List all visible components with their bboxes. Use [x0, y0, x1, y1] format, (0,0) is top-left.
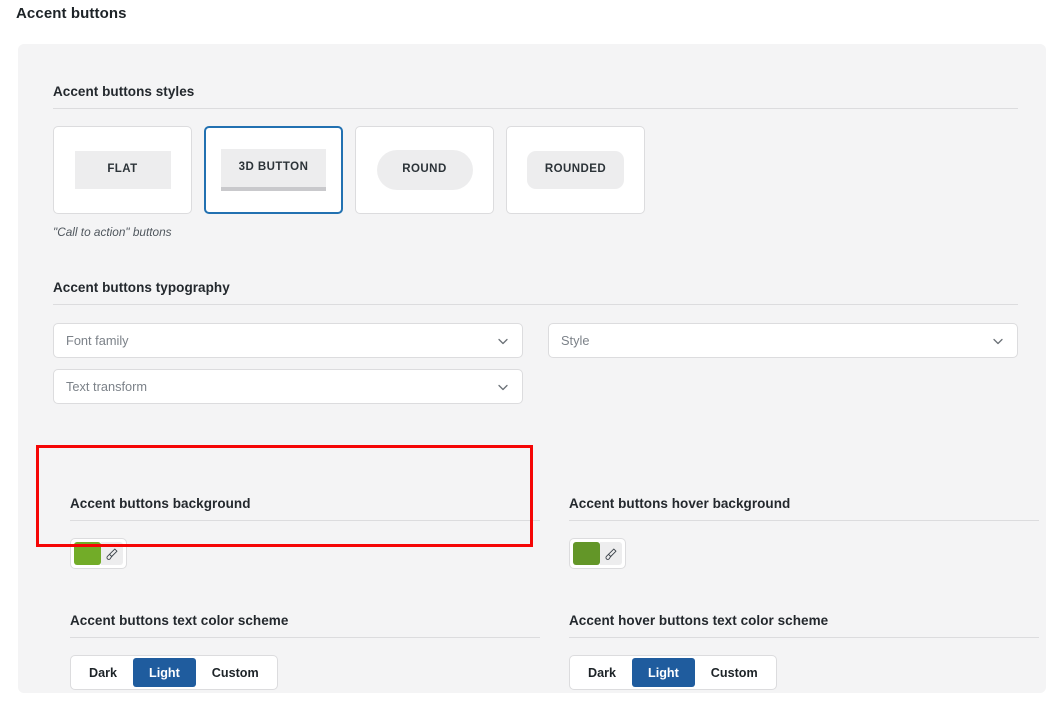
divider: [53, 108, 1018, 109]
section-heading-hover-background: Accent buttons hover background: [569, 496, 791, 511]
divider: [569, 637, 1039, 638]
color-swatch[interactable]: [573, 542, 600, 565]
text-transform-placeholder: Text transform: [66, 379, 148, 394]
style-option-flat[interactable]: FLAT: [53, 126, 192, 214]
style-option-3d-button[interactable]: 3D BUTTON: [204, 126, 343, 214]
hover-text-scheme-option-dark[interactable]: Dark: [572, 658, 632, 687]
hover-background-color-picker[interactable]: [569, 538, 626, 569]
section-heading-text-scheme: Accent buttons text color scheme: [70, 613, 289, 628]
color-picker-row: [70, 538, 540, 569]
style-options-list: FLAT 3D BUTTON ROUND ROUNDED: [53, 126, 1018, 214]
text-scheme-option-light[interactable]: Light: [133, 658, 196, 687]
font-family-select[interactable]: Font family: [53, 323, 523, 358]
divider: [70, 520, 540, 521]
chevron-down-icon: [496, 380, 510, 394]
accent-buttons-styles-section: Accent buttons styles FLAT 3D BUTTON ROU…: [53, 84, 1018, 239]
divider: [70, 637, 540, 638]
font-family-placeholder: Font family: [66, 333, 129, 348]
hover-text-color-scheme-group: Dark Light Custom: [569, 655, 777, 690]
styles-caption: "Call to action" buttons: [53, 225, 172, 239]
divider: [569, 520, 1039, 521]
text-color-scheme-group: Dark Light Custom: [70, 655, 278, 690]
hover-text-scheme-option-light[interactable]: Light: [632, 658, 695, 687]
paintbrush-icon[interactable]: [100, 542, 123, 565]
settings-panel: Accent buttons styles FLAT 3D BUTTON ROU…: [18, 44, 1046, 693]
style-preview-label: ROUNDED: [526, 151, 625, 189]
color-picker-row: [569, 538, 1039, 569]
accent-buttons-background-section: Accent buttons background: [70, 496, 540, 569]
section-heading-hover-text-scheme: Accent hover buttons text color scheme: [569, 613, 829, 628]
chevron-down-icon: [496, 334, 510, 348]
style-placeholder: Style: [561, 333, 590, 348]
style-preview-label: ROUND: [376, 150, 473, 190]
text-transform-select[interactable]: Text transform: [53, 369, 523, 404]
chevron-down-icon: [991, 334, 1005, 348]
style-preview-label: FLAT: [74, 151, 171, 189]
accent-buttons-text-color-scheme-section: Accent buttons text color scheme Dark Li…: [70, 613, 540, 690]
hover-text-scheme-option-custom[interactable]: Custom: [695, 658, 774, 687]
section-heading-typography: Accent buttons typography: [53, 280, 230, 295]
text-scheme-option-dark[interactable]: Dark: [73, 658, 133, 687]
section-heading-styles: Accent buttons styles: [53, 84, 195, 99]
style-preview-label: 3D BUTTON: [220, 149, 327, 191]
style-select[interactable]: Style: [548, 323, 1018, 358]
page-title: Accent buttons: [16, 5, 127, 22]
background-color-picker[interactable]: [70, 538, 127, 569]
accent-hover-buttons-text-color-scheme-section: Accent hover buttons text color scheme D…: [569, 613, 1039, 690]
text-scheme-option-custom[interactable]: Custom: [196, 658, 275, 687]
color-swatch[interactable]: [74, 542, 101, 565]
paintbrush-icon[interactable]: [599, 542, 622, 565]
divider: [53, 304, 1018, 305]
style-option-round[interactable]: ROUND: [355, 126, 494, 214]
style-option-rounded[interactable]: ROUNDED: [506, 126, 645, 214]
accent-buttons-typography-section: Accent buttons typography Font family St…: [53, 280, 1018, 404]
typography-fields: Font family Style Text transform: [53, 323, 1018, 404]
section-heading-background: Accent buttons background: [70, 496, 251, 511]
accent-buttons-hover-background-section: Accent buttons hover background: [569, 496, 1039, 569]
